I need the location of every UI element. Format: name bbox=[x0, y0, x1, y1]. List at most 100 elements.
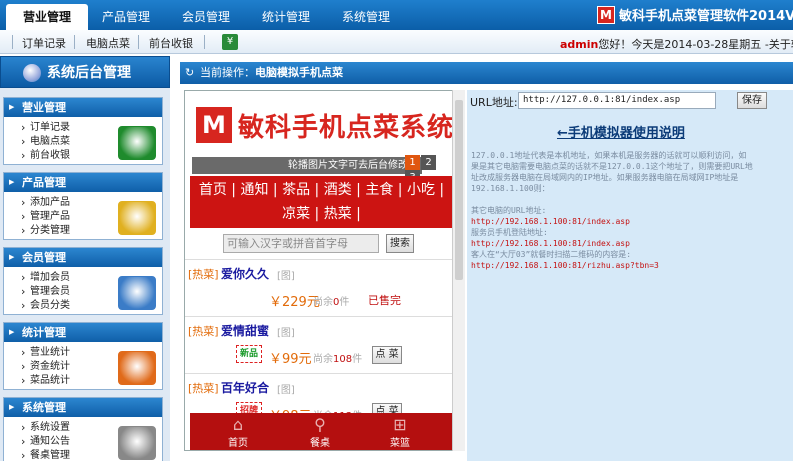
sidebar-group-title[interactable]: 产品管理 bbox=[4, 173, 162, 192]
app-logo-icon: M bbox=[597, 6, 615, 24]
sidebar-group: 营业管理订单记录电脑点菜前台收银 bbox=[3, 97, 163, 165]
dish-image-link[interactable]: [图] bbox=[277, 324, 295, 339]
dish-category-tag: [热菜] bbox=[188, 382, 219, 395]
people-icon bbox=[118, 276, 156, 310]
banner-title: 敏科手机点菜系统 bbox=[238, 113, 455, 143]
globe-icon bbox=[23, 64, 41, 82]
instructions-title: ←手机模拟器使用说明 bbox=[557, 126, 685, 141]
bottom-tab-table[interactable]: ⚲ 餐桌 bbox=[290, 413, 350, 450]
instructions-url: http://192.168.1.100:81/index.asp bbox=[471, 217, 630, 226]
tab-statistics[interactable]: 统计管理 bbox=[246, 4, 326, 30]
banner-caption: 轮播图片文字可去后台修改！ bbox=[192, 157, 422, 174]
welcome-text: admin您好！今天是2014-03-28星期五 -关于软件- bbox=[560, 36, 793, 52]
username: admin bbox=[560, 38, 599, 51]
link-cashier[interactable]: 前台收银 bbox=[149, 35, 193, 51]
instructions-line: 址改成服务器电脑在局域网内的IP地址。如果服务器电脑在局域网IP地址是 bbox=[471, 173, 739, 182]
dish-stock: 尚余0件 bbox=[313, 293, 349, 308]
gear-icon bbox=[118, 426, 156, 460]
sold-out-status: 已售完 bbox=[368, 294, 401, 307]
app-title: 敏科手机点菜管理软件2014V3 bbox=[619, 9, 793, 24]
top-navbar: 营业管理 产品管理 会员管理 统计管理 系统管理 M 敏科手机点菜管理软件201… bbox=[0, 0, 793, 30]
order-button[interactable]: 点 菜 bbox=[372, 346, 402, 364]
banner-logo-icon: M bbox=[196, 107, 232, 143]
dish-item: [热菜] 爱情甜蜜 [图] ￥99元 尚余108件 新品 点 菜 bbox=[185, 316, 453, 373]
phone-simulator: M 敏科手机点菜系统 轮播图片文字可去后台修改！ 123 首页 | 通知 | 茶… bbox=[184, 90, 465, 451]
url-input[interactable]: http://127.0.0.1:81/index.asp bbox=[518, 92, 716, 109]
food-bowl-icon bbox=[118, 201, 156, 235]
slide-dot[interactable]: 2 bbox=[421, 155, 436, 170]
bottom-tab-label: 菜篮 bbox=[390, 438, 410, 449]
dish-badge: 新品 bbox=[236, 345, 262, 363]
stock-unit: 件 bbox=[339, 297, 350, 308]
save-button[interactable]: 保存 bbox=[737, 92, 767, 109]
category-nav[interactable]: 首页 | 通知 | 茶品 | 酒类 | 主食 | 小吃 | 凉菜 | 热菜 | bbox=[190, 176, 453, 228]
tab-members[interactable]: 会员管理 bbox=[166, 4, 246, 30]
sidebar-title: 系统后台管理 bbox=[47, 65, 131, 81]
sub-toolbar: 订单记录 电脑点菜 前台收银 ¥ admin您好！今天是2014-03-28星期… bbox=[0, 30, 793, 54]
instructions-line: 果是其它电脑需要电脑点菜的话就不是127.0.0.1这个地址了，则需要把URL地 bbox=[471, 162, 753, 171]
slide-dot[interactable]: 1 bbox=[405, 155, 420, 170]
dish-item: [热菜] 爱你久久 [图] ￥229元 尚余0件 已售完 bbox=[185, 259, 453, 316]
sidebar-group: 产品管理添加产品管理产品分类管理 bbox=[3, 172, 163, 240]
divider bbox=[74, 35, 75, 49]
stock-label: 尚余 bbox=[313, 297, 333, 308]
instructions-line: 其它电脑的URL地址: bbox=[471, 206, 547, 215]
link-pc-order[interactable]: 电脑点菜 bbox=[86, 35, 130, 51]
divider bbox=[138, 35, 139, 49]
tab-system[interactable]: 系统管理 bbox=[326, 4, 406, 30]
sidebar-group: 会员管理增加会员管理会员会员分类 bbox=[3, 247, 163, 315]
url-label: URL地址: bbox=[470, 96, 518, 109]
bottom-tab-label: 餐桌 bbox=[310, 438, 330, 449]
bottom-tab-basket[interactable]: ⊞ 菜篮 bbox=[370, 413, 430, 450]
dish-category-tag: [热菜] bbox=[188, 268, 219, 281]
stock-label: 尚余 bbox=[313, 354, 333, 365]
dish-name[interactable]: 百年好合 bbox=[221, 379, 269, 396]
sidebar-group: 统计管理营业统计资金统计菜品统计 bbox=[3, 322, 163, 390]
instructions-line: 192.168.1.100则： bbox=[471, 184, 550, 193]
sidebar-group: 系统管理系统设置通知公告餐桌管理 bbox=[3, 397, 163, 461]
dish-stock: 尚余108件 bbox=[313, 350, 362, 365]
phone-scrollbar[interactable] bbox=[452, 90, 465, 451]
dish-name[interactable]: 爱你久久 bbox=[221, 265, 269, 282]
dish-image-link[interactable]: [图] bbox=[277, 381, 295, 396]
sidebar-group-title[interactable]: 统计管理 bbox=[4, 323, 162, 342]
bar-chart-icon bbox=[118, 351, 156, 385]
sidebar-group-title[interactable]: 营业管理 bbox=[4, 98, 162, 117]
instructions-url: http://192.168.1.100:81/rizhu.asp?tbn=3 bbox=[471, 261, 659, 270]
search-icon: ⚲ bbox=[314, 415, 326, 434]
breadcrumb-current: 电脑模拟手机点菜 bbox=[255, 66, 343, 79]
instructions-line bbox=[471, 194, 789, 205]
basket-icon: ⊞ bbox=[393, 415, 407, 434]
date-text: 您好！今天是2014-03-28星期五 bbox=[598, 38, 762, 51]
banner: M 敏科手机点菜系统 轮播图片文字可去后台修改！ 123 bbox=[192, 97, 455, 185]
breadcrumb-prefix: 当前操作： bbox=[200, 66, 255, 79]
sidebar-header: 系统后台管理 bbox=[0, 56, 170, 88]
stock-unit: 件 bbox=[352, 354, 363, 365]
breadcrumb: 当前操作：电脑模拟手机点菜 bbox=[180, 62, 793, 84]
divider bbox=[12, 35, 13, 49]
sidebar-group-title[interactable]: 系统管理 bbox=[4, 398, 162, 417]
tab-products[interactable]: 产品管理 bbox=[86, 4, 166, 30]
instructions-url: http://192.168.1.100:81/index.asp bbox=[471, 239, 630, 248]
home-icon: ⌂ bbox=[232, 415, 244, 434]
instructions-text: 127.0.0.1地址代表是本机地址，如果本机是服务器的话就可以顺利访问，如 果是… bbox=[471, 150, 789, 271]
sidebar-group-title[interactable]: 会员管理 bbox=[4, 248, 162, 267]
instructions-line: 服务员手机登陆地址: bbox=[471, 228, 548, 237]
search-button[interactable]: 搜索 bbox=[386, 234, 414, 253]
stock-count: 108 bbox=[333, 354, 353, 365]
search-input[interactable]: 可输入汉字或拼音首字母 bbox=[223, 234, 379, 253]
instructions-line: 客人在“大厅03”就餐时扫描二维码的内容是: bbox=[471, 250, 632, 259]
link-orders[interactable]: 订单记录 bbox=[22, 35, 66, 51]
instructions-line: 127.0.0.1地址代表是本机地址，如果本机是服务器的话就可以顺利访问，如 bbox=[471, 151, 747, 160]
divider bbox=[204, 35, 205, 49]
dish-name[interactable]: 爱情甜蜜 bbox=[221, 322, 269, 339]
tab-business[interactable]: 营业管理 bbox=[6, 4, 88, 30]
scrollbar-thumb[interactable] bbox=[455, 100, 463, 280]
cashier-shortcut-icon[interactable]: ¥ bbox=[222, 34, 238, 50]
cash-register-icon bbox=[118, 126, 156, 160]
bottom-tab-label: 首页 bbox=[228, 438, 248, 449]
bottom-tab-home[interactable]: ⌂ 首页 bbox=[208, 413, 268, 450]
dish-category-tag: [热菜] bbox=[188, 325, 219, 338]
dish-image-link[interactable]: [图] bbox=[277, 267, 295, 282]
about-link[interactable]: -关于软件- bbox=[765, 38, 793, 51]
